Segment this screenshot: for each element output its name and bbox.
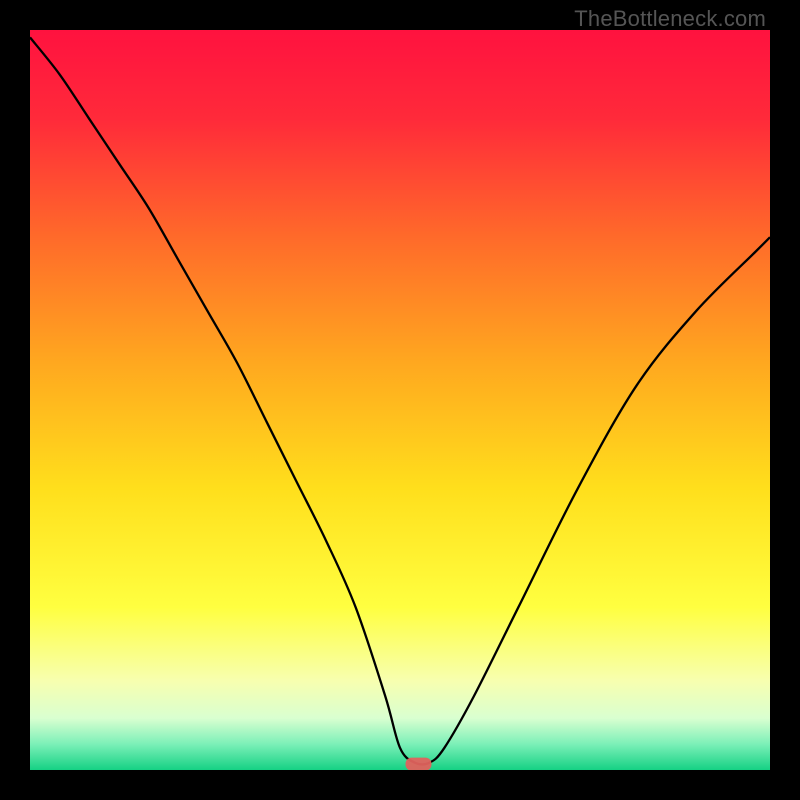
watermark-text: TheBottleneck.com — [574, 6, 766, 32]
plot-area — [30, 30, 770, 770]
chart-frame: TheBottleneck.com — [0, 0, 800, 800]
curve-layer — [30, 30, 770, 770]
optimum-marker — [406, 758, 432, 770]
bottleneck-curve — [30, 37, 770, 764]
